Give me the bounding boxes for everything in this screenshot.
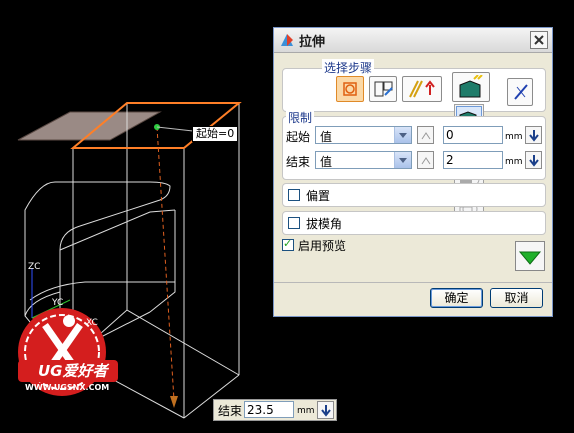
preview-label: 启用预览 [298,239,347,253]
ok-button[interactable]: 确定 [430,288,483,308]
end-point-button[interactable] [417,151,434,169]
end-panel-input[interactable]: 23.5 [244,401,294,418]
dialog-titlebar[interactable]: 拉伸 [274,28,552,53]
end-unit: mm [505,157,523,167]
sketch-icon [374,81,393,97]
chevron-down-icon [394,127,411,143]
arrow-down-icon [529,155,539,167]
close-icon [534,35,544,45]
expand-more-button[interactable] [515,241,545,271]
dialog-title: 拉伸 [299,35,326,50]
start-distance-callout[interactable]: 起始=0 [192,126,239,142]
xc-axis-label: XC [86,318,98,328]
close-button[interactable] [530,31,548,49]
draft-checkbox[interactable] [288,217,300,229]
watermark-url: WWW.UGSNX.COM [25,383,110,392]
selection-steps-label: 选择步骤 [322,59,375,76]
end-distance-panel: 结束 23.5 mm [213,399,337,421]
cancel-button[interactable]: 取消 [490,288,543,308]
limits-label: 限制 [286,109,315,126]
preview-checkbox[interactable] [282,237,294,251]
end-panel-options-button[interactable] [317,401,334,419]
end-options-button[interactable] [525,151,542,169]
watermark-text: UG爱好者 [38,362,108,380]
divider [274,282,552,283]
reverse-direction-icon [514,84,528,100]
arrow-down-icon [321,405,331,417]
chevron-down-icon [394,152,411,168]
start-value-input[interactable]: 0 [443,126,503,144]
point-constructor-icon [421,157,431,165]
zc-axis-label: ZC [28,262,41,272]
expand-arrow-icon [518,251,542,265]
start-type-select[interactable]: 值 [315,126,412,144]
end-panel-unit: mm [297,406,315,416]
direction-icon [409,80,435,98]
offset-label: 偏置 [306,189,331,203]
arrow-down-icon [529,130,539,142]
extrude-app-icon [281,34,293,46]
sketch-step-button[interactable] [369,76,397,102]
end-type-select[interactable]: 值 [315,151,412,169]
start-point-button[interactable] [417,126,434,144]
start-options-button[interactable] [525,126,542,144]
section-icon [343,82,357,96]
point-constructor-icon [421,132,431,140]
end-label: 结束 [286,155,311,169]
start-unit: mm [505,132,523,142]
draft-label: 拔模角 [306,217,343,231]
end-value-input[interactable]: 2 [443,151,503,169]
offset-checkbox[interactable] [288,189,300,201]
end-panel-label: 结束 [218,404,243,418]
create-body-icon [459,75,483,98]
reverse-direction-button[interactable] [507,78,533,106]
direction-step-button[interactable] [402,76,442,102]
yc-axis-label: YC [52,298,64,308]
extrude-dialog: 拉伸 选择步骤 限制 起始 值 0 mm 结束 值 2 mm 偏置 拔模角 ✓ … [273,27,553,317]
start-label: 起始 [286,130,311,144]
boolean-dropdown-button[interactable] [452,72,490,102]
section-step-button[interactable] [336,76,364,102]
